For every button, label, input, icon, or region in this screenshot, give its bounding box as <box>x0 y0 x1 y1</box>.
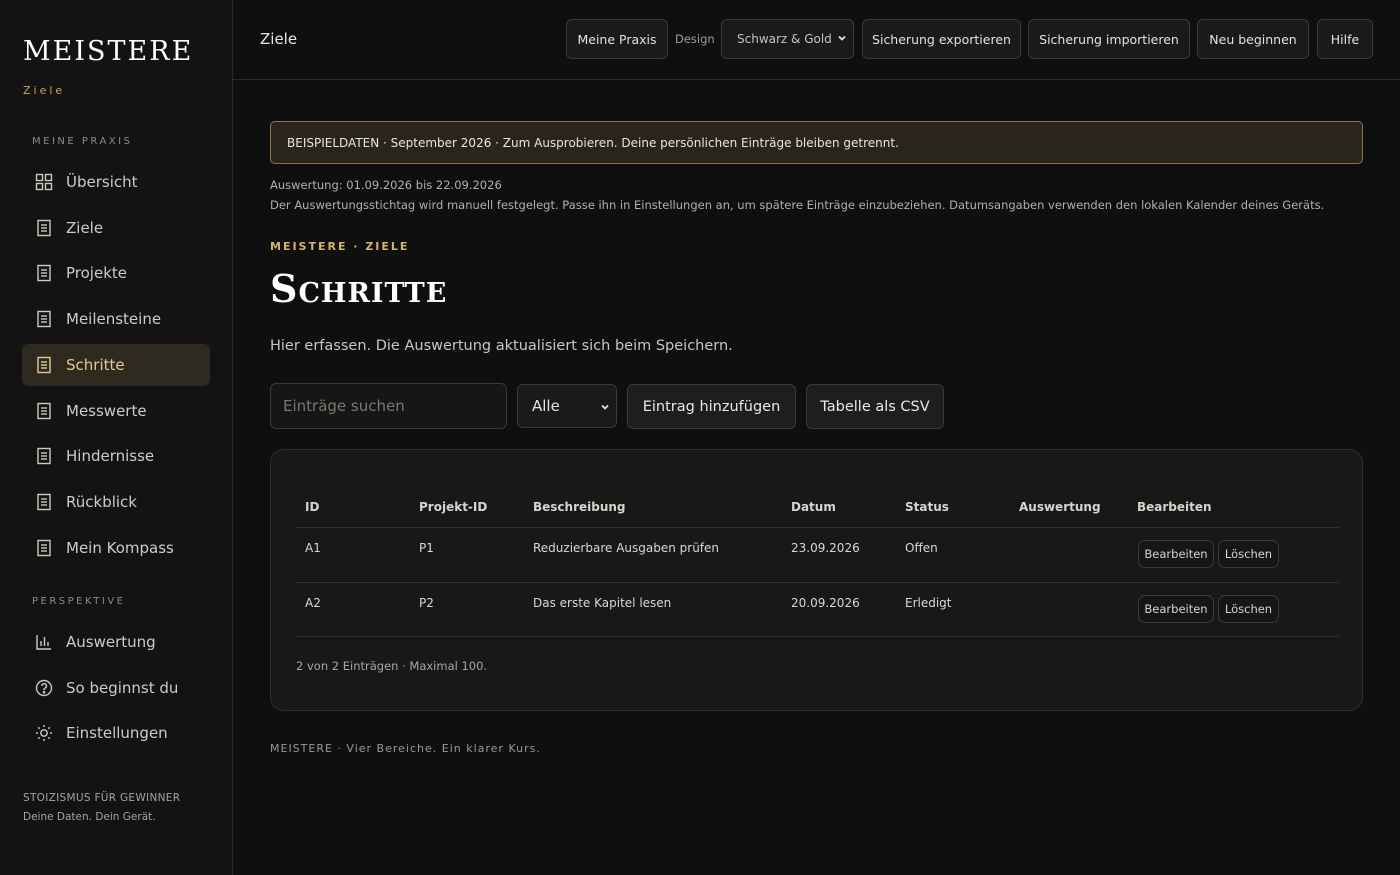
brand-subtitle: Ziele <box>23 84 66 97</box>
top-header: Ziele Meine Praxis Design Schwarz & Gold… <box>233 0 1400 80</box>
design-select-value: Schwarz & Gold <box>737 32 832 46</box>
sidebar-item-so-beginnst-du[interactable]: So beginnst du <box>22 667 210 709</box>
sidebar-item-messwerte[interactable]: Messwerte <box>22 390 210 432</box>
cell-status: Offen <box>905 541 938 555</box>
table-divider <box>296 582 1339 583</box>
sidebar-item-label: Übersicht <box>66 173 138 191</box>
sun-icon <box>34 723 54 743</box>
chevron-down-icon <box>601 404 609 410</box>
sidebar-item-label: Projekte <box>66 264 127 282</box>
document-icon <box>34 538 54 558</box>
column-header-date: Datum <box>791 500 836 514</box>
cell-status: Erledigt <box>905 596 952 610</box>
sidebar-item-auswertung[interactable]: Auswertung <box>22 621 210 663</box>
sample-data-banner: BEISPIELDATEN · September 2026 · Zum Aus… <box>270 121 1363 164</box>
delete-button[interactable]: Löschen <box>1218 540 1279 568</box>
page-subtitle: Hier erfassen. Die Auswertung aktualisie… <box>270 338 733 354</box>
entries-table-card: ID Projekt-ID Beschreibung Datum Status … <box>270 449 1363 711</box>
sidebar-item-label: Rückblick <box>66 493 137 511</box>
sidebar-item-label: Ziele <box>66 219 104 237</box>
column-header-id: ID <box>305 500 320 514</box>
sidebar-item-uebersicht[interactable]: Übersicht <box>22 161 210 203</box>
restart-button[interactable]: Neu beginnen <box>1197 19 1309 59</box>
cell-description: Reduzierbare Ausgaben prüfen <box>533 541 720 555</box>
sidebar-item-label: So beginnst du <box>66 679 179 697</box>
sidebar-item-label: Mein Kompass <box>66 539 174 557</box>
column-header-project-id: Projekt-ID <box>419 500 488 514</box>
import-backup-button[interactable]: Sicherung importieren <box>1028 19 1190 59</box>
section-label-perspektive: PERSPEKTIVE <box>32 596 126 607</box>
cell-id: A1 <box>305 541 321 555</box>
sidebar-item-label: Einstellungen <box>66 724 168 742</box>
sidebar-item-label: Messwerte <box>66 402 147 420</box>
grid-icon <box>34 172 54 192</box>
sidebar-item-label: Meilensteine <box>66 310 162 328</box>
bar-chart-icon <box>34 632 54 652</box>
document-icon <box>34 355 54 375</box>
sidebar-item-schritte[interactable]: Schritte <box>22 344 210 386</box>
delete-button[interactable]: Löschen <box>1218 595 1279 623</box>
header-title: Ziele <box>260 30 298 48</box>
sidebar-item-label: Hindernisse <box>66 447 155 465</box>
cell-date: 20.09.2026 <box>791 596 860 610</box>
export-csv-button[interactable]: Tabelle als CSV <box>806 384 944 429</box>
sidebar-item-projekte[interactable]: Projekte <box>22 252 210 294</box>
document-icon <box>34 492 54 512</box>
add-entry-button[interactable]: Eintrag hinzufügen <box>627 384 796 429</box>
sidebar-item-rueckblick[interactable]: Rückblick <box>22 481 210 523</box>
page-title: Schritte <box>270 266 448 311</box>
help-circle-icon <box>34 678 54 698</box>
design-label: Design <box>675 32 715 46</box>
cell-description: Das erste Kapitel lesen <box>533 596 672 610</box>
cell-id: A2 <box>305 596 321 610</box>
sidebar-privacy-note: Deine Daten. Dein Gerät. <box>23 811 156 823</box>
table-divider <box>296 527 1339 528</box>
edit-button[interactable]: Bearbeiten <box>1138 540 1214 568</box>
sidebar-item-kompass[interactable]: Mein Kompass <box>22 527 210 569</box>
breadcrumb: MEISTERE · ZIELE <box>270 240 410 253</box>
sidebar-tagline: STOIZISMUS FÜR GEWINNER <box>23 792 181 804</box>
sidebar-item-label: Schritte <box>66 356 125 374</box>
edit-button[interactable]: Bearbeiten <box>1138 595 1214 623</box>
sidebar: MEISTERE Ziele MEINE PRAXIS Übersicht Zi… <box>0 0 233 875</box>
document-icon <box>34 218 54 238</box>
design-select[interactable]: Schwarz & Gold <box>721 19 854 59</box>
section-label-praxis: MEINE PRAXIS <box>32 136 133 147</box>
document-icon <box>34 401 54 421</box>
table-divider <box>296 636 1339 637</box>
sidebar-item-hindernisse[interactable]: Hindernisse <box>22 435 210 477</box>
cell-project-id: P2 <box>419 596 434 610</box>
document-icon <box>34 446 54 466</box>
cell-date: 23.09.2026 <box>791 541 860 555</box>
help-button[interactable]: Hilfe <box>1317 19 1373 59</box>
entry-count: 2 von 2 Einträgen · Maximal 100. <box>296 659 488 673</box>
cell-project-id: P1 <box>419 541 434 555</box>
column-header-status: Status <box>905 500 949 514</box>
chevron-down-icon <box>838 35 846 41</box>
page-footer: MEISTERE · Vier Bereiche. Ein klarer Kur… <box>270 742 541 755</box>
sidebar-item-meilensteine[interactable]: Meilensteine <box>22 298 210 340</box>
document-icon <box>34 309 54 329</box>
evaluation-note: Der Auswertungsstichtag wird manuell fes… <box>270 198 1325 212</box>
sidebar-item-ziele[interactable]: Ziele <box>22 207 210 249</box>
document-icon <box>34 263 54 283</box>
status-filter-select[interactable]: Alle <box>517 384 617 428</box>
column-header-evaluation: Auswertung <box>1019 500 1101 514</box>
search-input[interactable] <box>270 383 507 429</box>
status-filter-value: Alle <box>532 397 560 415</box>
brand-logo: MEISTERE <box>23 36 194 67</box>
meine-praxis-button[interactable]: Meine Praxis <box>566 19 668 59</box>
evaluation-range: Auswertung: 01.09.2026 bis 22.09.2026 <box>270 178 502 192</box>
export-backup-button[interactable]: Sicherung exportieren <box>862 19 1021 59</box>
column-header-edit: Bearbeiten <box>1137 500 1212 514</box>
column-header-description: Beschreibung <box>533 500 626 514</box>
sidebar-item-einstellungen[interactable]: Einstellungen <box>22 712 210 754</box>
sidebar-item-label: Auswertung <box>66 633 156 651</box>
